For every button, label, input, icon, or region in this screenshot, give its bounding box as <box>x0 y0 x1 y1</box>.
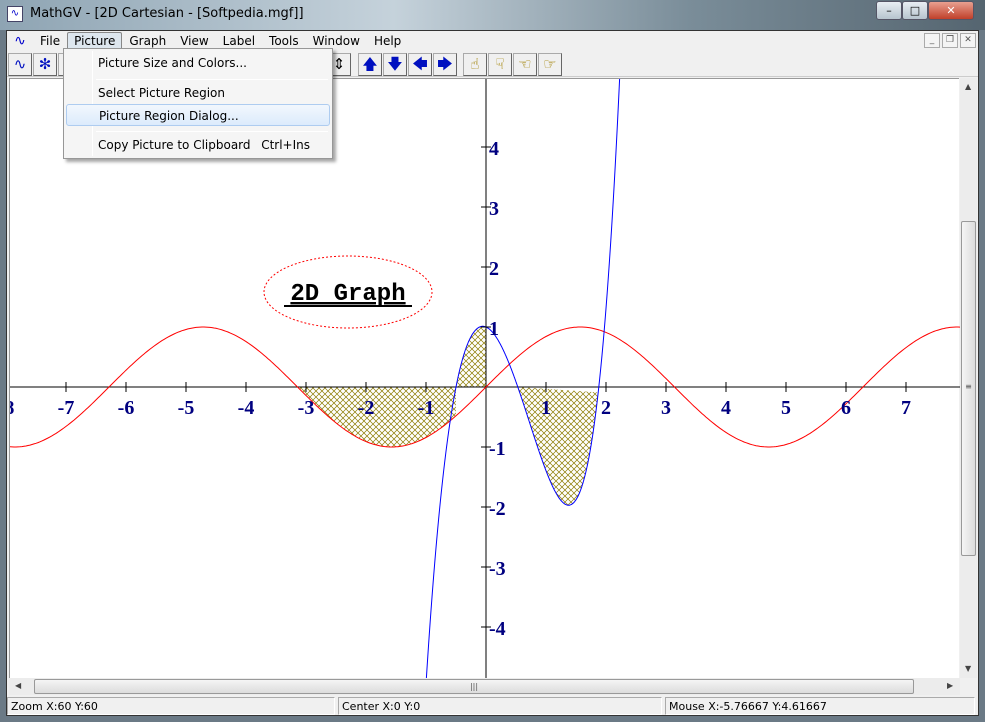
window-title: MathGV - [2D Cartesian - [Softpedia.mgf]… <box>30 6 304 21</box>
menu-separator <box>96 131 328 132</box>
document-icon: ∿ <box>14 33 26 49</box>
y-tick-label: 4 <box>489 138 499 160</box>
x-tick-label: 5 <box>781 397 791 419</box>
hand-down-icon[interactable]: ☟ <box>488 53 512 76</box>
hand-left-icon[interactable]: ☜ <box>513 53 537 76</box>
minimize-button[interactable]: – <box>876 1 902 20</box>
hand-right-icon[interactable]: ☞ <box>538 53 562 76</box>
maximize-button[interactable]: □ <box>902 1 928 20</box>
mdi-close-button[interactable]: ✕ <box>960 33 976 48</box>
x-tick-label: 2 <box>601 397 611 419</box>
y-tick-label: -1 <box>489 438 506 460</box>
x-tick-label: -7 <box>58 397 75 419</box>
hand-up-icon[interactable]: ☝ <box>463 53 487 76</box>
shaded-region <box>517 387 599 506</box>
close-button[interactable]: ✕ <box>928 1 974 20</box>
x-tick-label: -4 <box>238 397 255 419</box>
y-tick-label: -4 <box>489 618 506 640</box>
title-bar: ∿ MathGV - [2D Cartesian - [Softpedia.mg… <box>0 0 985 30</box>
pan-down-icon[interactable]: 🡇 <box>383 53 407 76</box>
x-tick-label: -3 <box>298 397 315 419</box>
menu-item-label: Select Picture Region <box>98 86 225 100</box>
x-tick-label: -2 <box>358 397 375 419</box>
scroll-right-icon[interactable]: ▶ <box>947 681 953 690</box>
pan-up-icon[interactable]: 🡅 <box>358 53 382 76</box>
menu-item-copy-picture[interactable]: Copy Picture to Clipboard Ctrl+Ins <box>66 134 330 156</box>
horizontal-scrollbar[interactable]: ◀ ||| ▶ <box>9 678 960 695</box>
menu-item-picture-region-dialog[interactable]: Picture Region Dialog... <box>66 104 330 126</box>
scroll-down-icon[interactable]: ▼ <box>965 664 971 673</box>
menu-help[interactable]: Help <box>367 32 408 50</box>
menu-item-label: Picture Region Dialog... <box>99 109 239 123</box>
function-graph-icon[interactable]: ∿ <box>8 53 32 76</box>
x-tick-label: 6 <box>841 397 851 419</box>
y-tick-label: 2 <box>489 258 499 280</box>
x-tick-label: -5 <box>178 397 195 419</box>
x-tick-label: 1 <box>541 397 551 419</box>
menu-item-label: Copy Picture to Clipboard <box>98 138 251 152</box>
menu-item-label: Picture Size and Colors... <box>98 56 247 70</box>
x-tick-label: -1 <box>418 397 435 419</box>
y-tick-label: 1 <box>489 318 499 340</box>
picture-menu-dropdown: Picture Size and Colors... Select Pictur… <box>63 48 333 159</box>
graph-label: 2D Graph <box>290 281 405 308</box>
y-tick-label: 3 <box>489 198 499 220</box>
x-tick-label: 4 <box>721 397 731 419</box>
x-tick-label: 3 <box>661 397 671 419</box>
mdi-minimize-button[interactable]: _ <box>924 33 940 48</box>
scroll-left-icon[interactable]: ◀ <box>15 681 21 690</box>
horizontal-scroll-thumb[interactable]: ||| <box>34 679 914 694</box>
graph-svg: -8-7-6-5-4-3-2-112345674321-1-2-3-4-52D … <box>10 79 960 679</box>
status-zoom: Zoom X:60 Y:60 <box>7 697 335 715</box>
menu-item-shortcut: Ctrl+Ins <box>261 138 310 152</box>
x-tick-label: -6 <box>118 397 135 419</box>
vertical-scroll-thumb[interactable]: ≡ <box>961 221 976 556</box>
graph-canvas[interactable]: -8-7-6-5-4-3-2-112345674321-1-2-3-4-52D … <box>9 78 960 679</box>
shaded-region <box>456 326 486 387</box>
menu-item-picture-size-colors[interactable]: Picture Size and Colors... <box>66 52 330 74</box>
pan-right-icon[interactable]: 🡆 <box>433 53 457 76</box>
mdi-restore-button[interactable]: ❐ <box>942 33 958 48</box>
vertical-scrollbar[interactable]: ▲ ≡ ▼ <box>960 78 977 678</box>
menu-file[interactable]: File <box>33 32 67 50</box>
status-center: Center X:0 Y:0 <box>338 697 662 715</box>
status-bar: Zoom X:60 Y:60 Center X:0 Y:0 Mouse X:-5… <box>7 697 978 716</box>
y-tick-label: -2 <box>489 498 506 520</box>
y-tick-label: -3 <box>489 558 506 580</box>
polar-graph-icon[interactable]: ✻ <box>33 53 57 76</box>
app-icon: ∿ <box>7 6 23 22</box>
menu-separator <box>96 79 328 80</box>
x-tick-label: -8 <box>10 397 14 419</box>
polynomial-curve <box>425 79 621 679</box>
pan-left-icon[interactable]: 🡄 <box>408 53 432 76</box>
x-tick-label: 7 <box>901 397 911 419</box>
menu-item-select-picture-region[interactable]: Select Picture Region <box>66 82 330 104</box>
status-mouse: Mouse X:-5.76667 Y:4.61667 <box>665 697 975 715</box>
scroll-up-icon[interactable]: ▲ <box>965 82 971 91</box>
